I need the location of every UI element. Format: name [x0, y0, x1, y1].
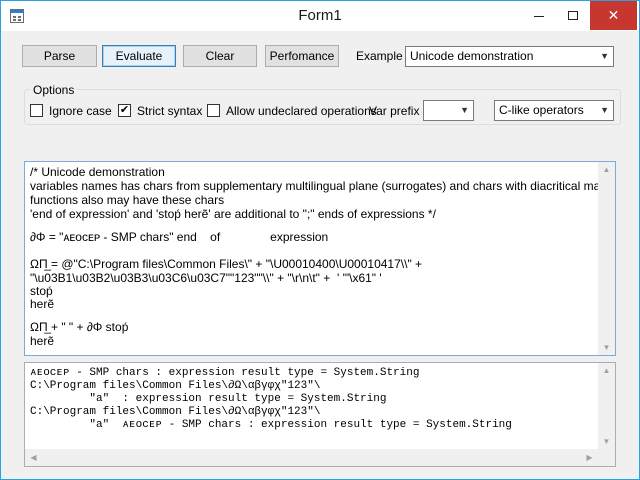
options-legend: Options — [30, 83, 78, 97]
example-select[interactable]: Unicode demonstration ▼ — [405, 46, 614, 67]
ignore-case-label: Ignore case — [49, 104, 112, 118]
allow-undeclared-checkbox[interactable] — [207, 104, 220, 117]
input-line: herẽ — [30, 334, 55, 348]
expression-input[interactable]: /* Unicode demonstration variables names… — [24, 161, 616, 356]
result-output[interactable]: ᴀᴇᴏᴄᴇᴘ - SMP chars : expression result t… — [24, 362, 616, 467]
scrollbar-corner — [598, 449, 615, 466]
output-line: ᴀᴇᴏᴄᴇᴘ - SMP chars : expression result t… — [30, 367, 420, 379]
scroll-left-icon[interactable]: ◀ — [25, 453, 42, 462]
minimize-button[interactable] — [522, 1, 556, 30]
main-window: Form1 ✕ Parse Evaluate Clear Perfomance … — [0, 0, 640, 480]
input-line: ∂Φ = "ᴀᴇᴏᴄᴇᴘ - SMP chars" end of express… — [30, 230, 329, 244]
operators-select-value: C-like operators — [499, 103, 584, 117]
input-line: stoṕ — [30, 284, 53, 298]
parse-button[interactable]: Parse — [22, 45, 97, 67]
input-line: herẽ — [30, 297, 55, 311]
input-line: ΩΠ̲ = @"C:\Program files\Common Files\" … — [30, 257, 423, 271]
evaluate-button[interactable]: Evaluate — [102, 45, 176, 67]
strict-syntax-checkbox[interactable]: ✔ — [118, 104, 131, 117]
example-select-value: Unicode demonstration — [410, 49, 534, 63]
output-horizontal-scrollbar[interactable]: ◀ ▶ — [25, 449, 598, 466]
input-scrollbar[interactable]: ▲ ▼ — [598, 162, 615, 355]
output-line: C:\Program files\Common Files\∂Ω\αβγφχ"1… — [30, 406, 321, 418]
scroll-down-icon[interactable]: ▼ — [598, 437, 615, 446]
output-line: "a" : expression result type = System.St… — [30, 393, 387, 405]
maximize-button[interactable] — [556, 1, 590, 30]
input-line: functions also may have these chars — [30, 193, 225, 207]
output-line: "a" ᴀᴇᴏᴄᴇᴘ - SMP chars : expression resu… — [30, 419, 512, 431]
input-line: ΩΠ̲ + " " + ∂Φ stoṕ — [30, 320, 129, 334]
operators-select[interactable]: C-like operators ▼ — [494, 100, 614, 121]
scroll-down-icon[interactable]: ▼ — [598, 343, 615, 352]
close-icon: ✕ — [607, 7, 620, 23]
performance-button[interactable]: Perfomance — [265, 45, 339, 67]
var-prefix-select[interactable]: ▼ — [423, 100, 474, 121]
output-line: C:\Program files\Common Files\∂Ω\αβγφχ"1… — [30, 380, 321, 392]
close-button[interactable]: ✕ — [590, 1, 637, 30]
scroll-up-icon[interactable]: ▲ — [598, 165, 615, 174]
example-label: Example — [356, 49, 403, 63]
chevron-down-icon: ▼ — [600, 51, 609, 61]
input-line: 'end of expression' and 'stoṕ herẽ' are … — [30, 207, 436, 221]
chevron-down-icon: ▼ — [460, 105, 469, 115]
input-line: /* Unicode demonstration — [30, 165, 165, 179]
scroll-right-icon[interactable]: ▶ — [581, 453, 598, 462]
minimize-icon — [534, 16, 544, 17]
ignore-case-checkbox[interactable] — [30, 104, 43, 117]
checkmark-icon: ✔ — [119, 104, 130, 116]
input-line: variables names has chars from supplemen… — [30, 179, 616, 193]
title-bar[interactable]: Form1 ✕ — [1, 1, 639, 31]
chevron-down-icon: ▼ — [600, 105, 609, 115]
strict-syntax-label: Strict syntax — [137, 104, 203, 118]
maximize-icon — [568, 11, 578, 20]
output-vertical-scrollbar[interactable]: ▲ ▼ — [598, 363, 615, 449]
scroll-up-icon[interactable]: ▲ — [598, 366, 615, 375]
allow-undeclared-label: Allow undeclared operations — [226, 104, 377, 118]
clear-button[interactable]: Clear — [183, 45, 257, 67]
var-prefix-label: Var prefix — [369, 104, 420, 118]
input-line: "\u03B1\u03B2\u03B3\u03C6\u03C7""123""\\… — [30, 271, 382, 285]
